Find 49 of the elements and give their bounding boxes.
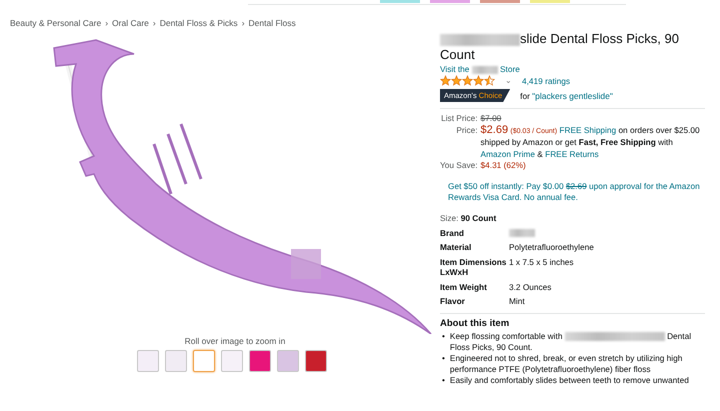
spec-value: 3.2 Ounces bbox=[509, 282, 552, 292]
spec-name: Flavor bbox=[440, 296, 466, 306]
spec-name: Brand bbox=[440, 228, 465, 238]
price-label: Price: bbox=[455, 124, 478, 136]
star-icon bbox=[451, 75, 462, 86]
image-thumbnail[interactable] bbox=[193, 350, 215, 372]
store-link[interactable]: Visit the Store bbox=[440, 64, 520, 74]
zoom-hint: Roll over image to zoom in bbox=[184, 336, 286, 346]
image-thumbnail[interactable] bbox=[221, 350, 243, 372]
badge-for-text: for "plackers gentleslide" bbox=[520, 90, 613, 100]
bullet-marker: • bbox=[442, 330, 445, 342]
breadcrumb-link[interactable]: Beauty & Personal Care bbox=[10, 18, 102, 28]
breadcrumb-separator: › bbox=[152, 18, 156, 28]
breadcrumb-link[interactable]: Oral Care bbox=[112, 18, 149, 28]
breadcrumb-separator: › bbox=[105, 18, 108, 28]
savings-value: $4.31 (62%) bbox=[480, 160, 527, 172]
bullet-marker: • bbox=[442, 374, 445, 386]
feature-bullet: Easily and comfortably slides between teeth to remove unwanted bbox=[450, 374, 689, 386]
star-icon bbox=[484, 75, 495, 86]
star-icon bbox=[440, 75, 451, 86]
image-thumbnail[interactable] bbox=[305, 350, 327, 372]
list-price: $7.00 bbox=[480, 113, 502, 124]
star-icon bbox=[473, 75, 484, 86]
ratings-link[interactable]: 4,419 ratings bbox=[522, 76, 570, 86]
feature-bullet: Engineered not to shred, break, or even stretch by utilizing high performance PTFE (Polytetrafluoroethylene) fiber floss bbox=[450, 352, 684, 374]
image-thumbnail[interactable] bbox=[249, 350, 271, 372]
bullet-marker: • bbox=[442, 352, 445, 364]
price-label: List Price: bbox=[440, 113, 478, 124]
star-icon bbox=[462, 75, 473, 86]
spec-value: Mint bbox=[509, 296, 526, 306]
image-thumbnail[interactable] bbox=[165, 350, 187, 372]
size-text: Size: 90 Count bbox=[440, 212, 498, 222]
image-thumbnail[interactable] bbox=[137, 350, 159, 372]
breadcrumb-link[interactable]: Dental Floss bbox=[248, 18, 296, 28]
section-heading: About this item bbox=[440, 318, 510, 328]
breadcrumb-separator: › bbox=[242, 18, 245, 28]
blurred-text bbox=[509, 229, 535, 238]
spec-value: Polytetrafluoroethylene bbox=[509, 242, 595, 252]
breadcrumb-link[interactable]: Dental Floss & Picks bbox=[160, 18, 238, 28]
caret-icon[interactable]: ⌄ bbox=[505, 76, 512, 85]
card-promo-text: Get $50 off instantly: Pay $0.00 $2.69 upon approval for the Amazon Rewards Visa Card. No annual fee. bbox=[448, 180, 701, 204]
feature-bullet: Keep flossing comfortable with Dental Floss Picks, 90 Count. bbox=[450, 330, 692, 352]
product-title: slide Dental Floss Picks, 90 Count bbox=[440, 31, 680, 63]
spec-name: Item Dimensions LxWxH bbox=[440, 256, 508, 278]
price-label: You Save: bbox=[440, 160, 478, 172]
spec-name: Material bbox=[440, 242, 472, 252]
image-thumbnail[interactable] bbox=[277, 350, 299, 372]
spec-value: 1 x 7.5 x 5 inches bbox=[509, 256, 575, 268]
spec-name: Item Weight bbox=[440, 282, 488, 292]
